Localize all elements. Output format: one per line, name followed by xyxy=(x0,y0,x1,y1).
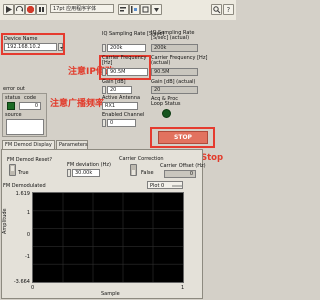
y-tick-top: 1.619 xyxy=(15,191,30,197)
y-tick-0: 0 xyxy=(26,232,30,238)
abort-icon[interactable] xyxy=(25,4,36,15)
font-dropdown-label: 17pt 应用程序字体 xyxy=(53,6,97,12)
active-antenna-field[interactable]: RX1 xyxy=(102,102,138,110)
tab-fm-demod-display[interactable]: FM Demod Display xyxy=(2,140,55,149)
resize-icon[interactable] xyxy=(140,4,151,15)
stop-button[interactable]: STOP xyxy=(158,131,208,144)
plot-grid xyxy=(33,193,183,282)
graph-xlabel: Sample xyxy=(101,291,120,297)
plot-legend-label: Plot 0 xyxy=(150,183,165,189)
graph-ylabel: Amplitude xyxy=(2,208,8,234)
y-tick-1: 1 xyxy=(26,210,30,216)
y-tick-neg1: -1 xyxy=(25,254,30,260)
run-arrow-icon[interactable] xyxy=(3,4,14,15)
iq-rate-spin[interactable] xyxy=(102,44,106,52)
fm-demod-reset-value: True xyxy=(18,170,29,176)
device-name-dropdown-arrow[interactable] xyxy=(58,43,63,51)
code-field: 0 xyxy=(19,102,41,110)
gain-spin[interactable] xyxy=(102,86,106,94)
fm-deviation-spin[interactable] xyxy=(67,169,71,177)
svg-text:?: ? xyxy=(227,6,231,14)
active-antenna-label: Active Antenna xyxy=(102,95,141,101)
error-out-label: error out xyxy=(3,86,25,92)
x-tick-0: 0 xyxy=(31,285,35,291)
tab-parameters[interactable]: Parameters xyxy=(56,140,88,149)
enabled-channel-spin[interactable] xyxy=(102,119,106,127)
status-led xyxy=(7,102,15,110)
carrier-frequency-label: Carrier Frequency [Hz] xyxy=(102,55,147,66)
pause-icon[interactable] xyxy=(36,4,47,15)
enabled-channel-field[interactable]: 0 xyxy=(107,119,136,127)
broadcast-frequency-note: 注意广播频率 xyxy=(50,99,105,109)
acq-status-led xyxy=(162,109,171,118)
iq-rate-actual-field: 200k xyxy=(151,44,198,52)
source-field xyxy=(6,119,44,135)
code-label: code xyxy=(24,95,37,101)
carrier-frequency-actual-field: 90.5M xyxy=(151,68,198,76)
y-tick-bottom: -3.664 xyxy=(13,279,30,285)
device-name-field[interactable]: 192.168.10.2 xyxy=(4,43,57,51)
gain-actual-label: Gain [dB] (actual) xyxy=(151,79,196,85)
acq-status-label: Acq & Proc Loop Status xyxy=(151,96,181,107)
iq-rate-field[interactable]: 200k xyxy=(107,44,146,52)
source-label: source xyxy=(5,112,22,118)
gain-label: Gain [dB] xyxy=(102,79,126,85)
carrier-offset-field: 0 xyxy=(164,170,196,178)
carrier-offset-label: Carrier Offset (Hz) xyxy=(160,163,206,169)
align-icon[interactable] xyxy=(118,4,129,15)
fm-demod-reset-toggle[interactable] xyxy=(9,164,16,176)
enabled-channel-label: Enabled Channel xyxy=(102,112,145,118)
carrier-correction-toggle[interactable] xyxy=(130,164,137,176)
x-tick-1: 1 xyxy=(181,285,185,291)
fm-deviation-label: FM deviation (Hz) xyxy=(67,162,111,168)
gain-field[interactable]: 20 xyxy=(107,86,132,94)
graph-title: FM Demodulated xyxy=(3,183,46,189)
toolbar: 17pt 应用程序字体 ? xyxy=(0,0,236,21)
search-icon[interactable] xyxy=(211,4,222,15)
carrier-frequency-actual-label: Carrier Frequency [Hz] (actual) xyxy=(151,55,208,66)
error-out-cluster: status code 0 source xyxy=(2,93,47,137)
distribute-icon[interactable] xyxy=(129,4,140,15)
font-dropdown[interactable]: 17pt 应用程序字体 xyxy=(50,4,114,13)
carrier-correction-value: False xyxy=(141,170,154,176)
device-name-label: Device Name xyxy=(4,36,38,42)
help-icon[interactable]: ? xyxy=(223,4,234,15)
fm-deviation-field[interactable]: 30.00k xyxy=(72,169,100,177)
plot-area[interactable] xyxy=(32,192,184,283)
gain-actual-field: 20 xyxy=(151,86,198,94)
run-continuous-icon[interactable] xyxy=(14,4,25,15)
carrier-frequency-field[interactable]: 90.5M xyxy=(107,68,148,76)
iq-rate-actual-label: IQ Sampling Rate [S/sec] (actual) xyxy=(151,30,195,41)
carrier-frequency-spin[interactable] xyxy=(102,68,106,76)
plot-legend[interactable]: Plot 0 xyxy=(147,181,183,189)
fm-demod-reset-label: FM Demod Reset? xyxy=(7,157,53,163)
status-label: status xyxy=(5,95,21,101)
reorder-icon[interactable] xyxy=(151,4,162,15)
carrier-correction-label: Carrier Correction xyxy=(119,156,164,162)
